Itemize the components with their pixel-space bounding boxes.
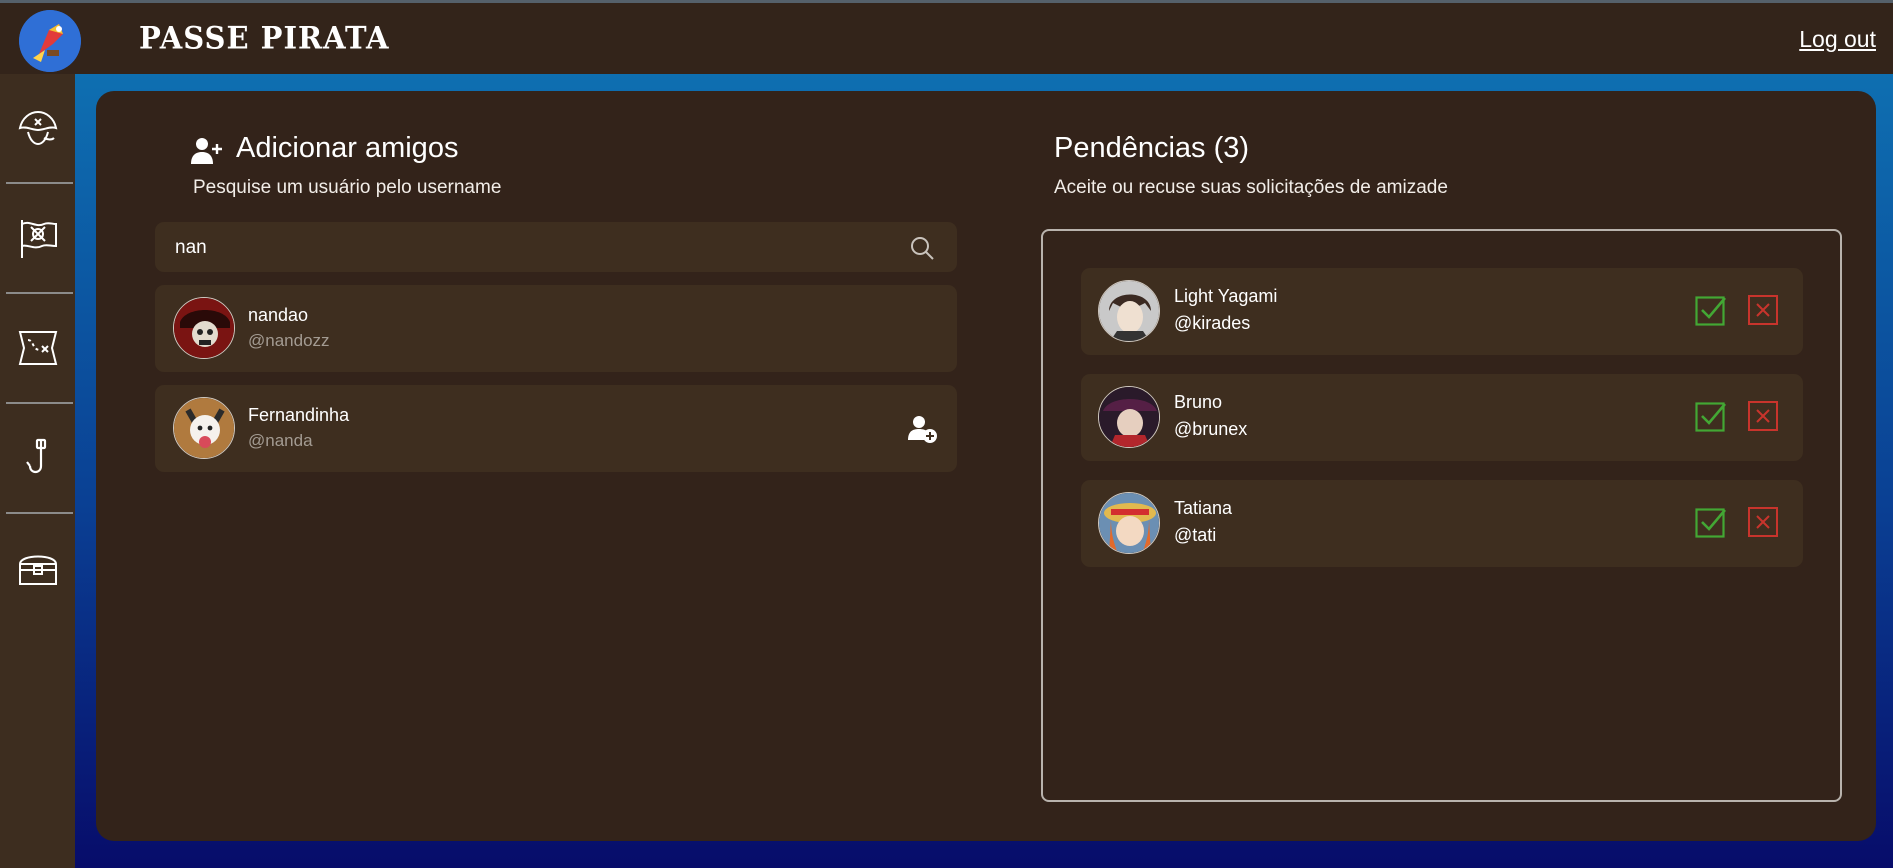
- search-input[interactable]: [173, 222, 897, 274]
- pending-request-row: Light Yagami @kirades: [1081, 268, 1803, 355]
- search-result-row[interactable]: Fernandinha @nanda: [155, 385, 957, 472]
- treasure-chest-icon: [18, 555, 57, 585]
- brand-title: PASSE PIRATA: [139, 20, 390, 56]
- avatar: [173, 397, 235, 459]
- search-result-row[interactable]: nandao @nandozz: [155, 285, 957, 372]
- reject-request-button[interactable]: [1747, 400, 1779, 432]
- avatar: [1098, 492, 1160, 554]
- requester-name: Light Yagami: [1174, 286, 1278, 306]
- treasure-map-icon: [18, 331, 57, 365]
- reject-request-button[interactable]: [1747, 506, 1779, 538]
- pending-request-row: Bruno @brunex: [1081, 374, 1803, 461]
- result-name: nandao: [248, 305, 309, 325]
- sidebar-item-profile[interactable]: [0, 74, 75, 182]
- sidebar-item-hook[interactable]: [0, 404, 75, 512]
- search-icon[interactable]: [909, 235, 935, 261]
- requester-handle: @kirades: [1174, 313, 1251, 333]
- app-logo[interactable]: [19, 10, 81, 72]
- add-friends-title: Adicionar amigos: [236, 132, 459, 164]
- reject-request-button[interactable]: [1747, 294, 1779, 326]
- search-box: [155, 222, 957, 274]
- pirate-flag-icon: [20, 220, 57, 258]
- avatar: [1098, 280, 1160, 342]
- add-friends-subtitle: Pesquise um usuário pelo username: [193, 177, 502, 198]
- requester-name: Bruno: [1174, 392, 1223, 412]
- accept-request-button[interactable]: [1695, 400, 1727, 432]
- sidebar-item-chest[interactable]: [0, 514, 75, 622]
- accept-request-button[interactable]: [1695, 294, 1727, 326]
- result-name: Fernandinha: [248, 405, 350, 425]
- sidebar: [0, 74, 75, 868]
- requester-handle: @brunex: [1174, 419, 1248, 439]
- add-friend-icon[interactable]: [908, 414, 938, 444]
- result-handle: @nanda: [248, 431, 313, 450]
- result-handle: @nandozz: [248, 331, 330, 350]
- avatar: [1098, 386, 1160, 448]
- top-bar: PASSE PIRATA Log out: [0, 0, 1893, 74]
- add-user-icon: [191, 138, 222, 164]
- pending-subtitle: Aceite ou recuse suas solicitações de am…: [1054, 177, 1448, 198]
- avatar: [173, 297, 235, 359]
- pending-request-row: Tatiana @tati: [1081, 480, 1803, 567]
- hook-icon: [25, 438, 46, 474]
- accept-request-button[interactable]: [1695, 506, 1727, 538]
- requester-handle: @tati: [1174, 525, 1217, 545]
- sidebar-item-map[interactable]: [0, 294, 75, 402]
- pending-title: Pendências (3): [1054, 132, 1250, 164]
- sidebar-item-groups[interactable]: [0, 184, 75, 292]
- requester-name: Tatiana: [1174, 498, 1233, 518]
- logout-link[interactable]: Log out: [1799, 26, 1876, 53]
- pirate-hat-icon: [18, 110, 57, 146]
